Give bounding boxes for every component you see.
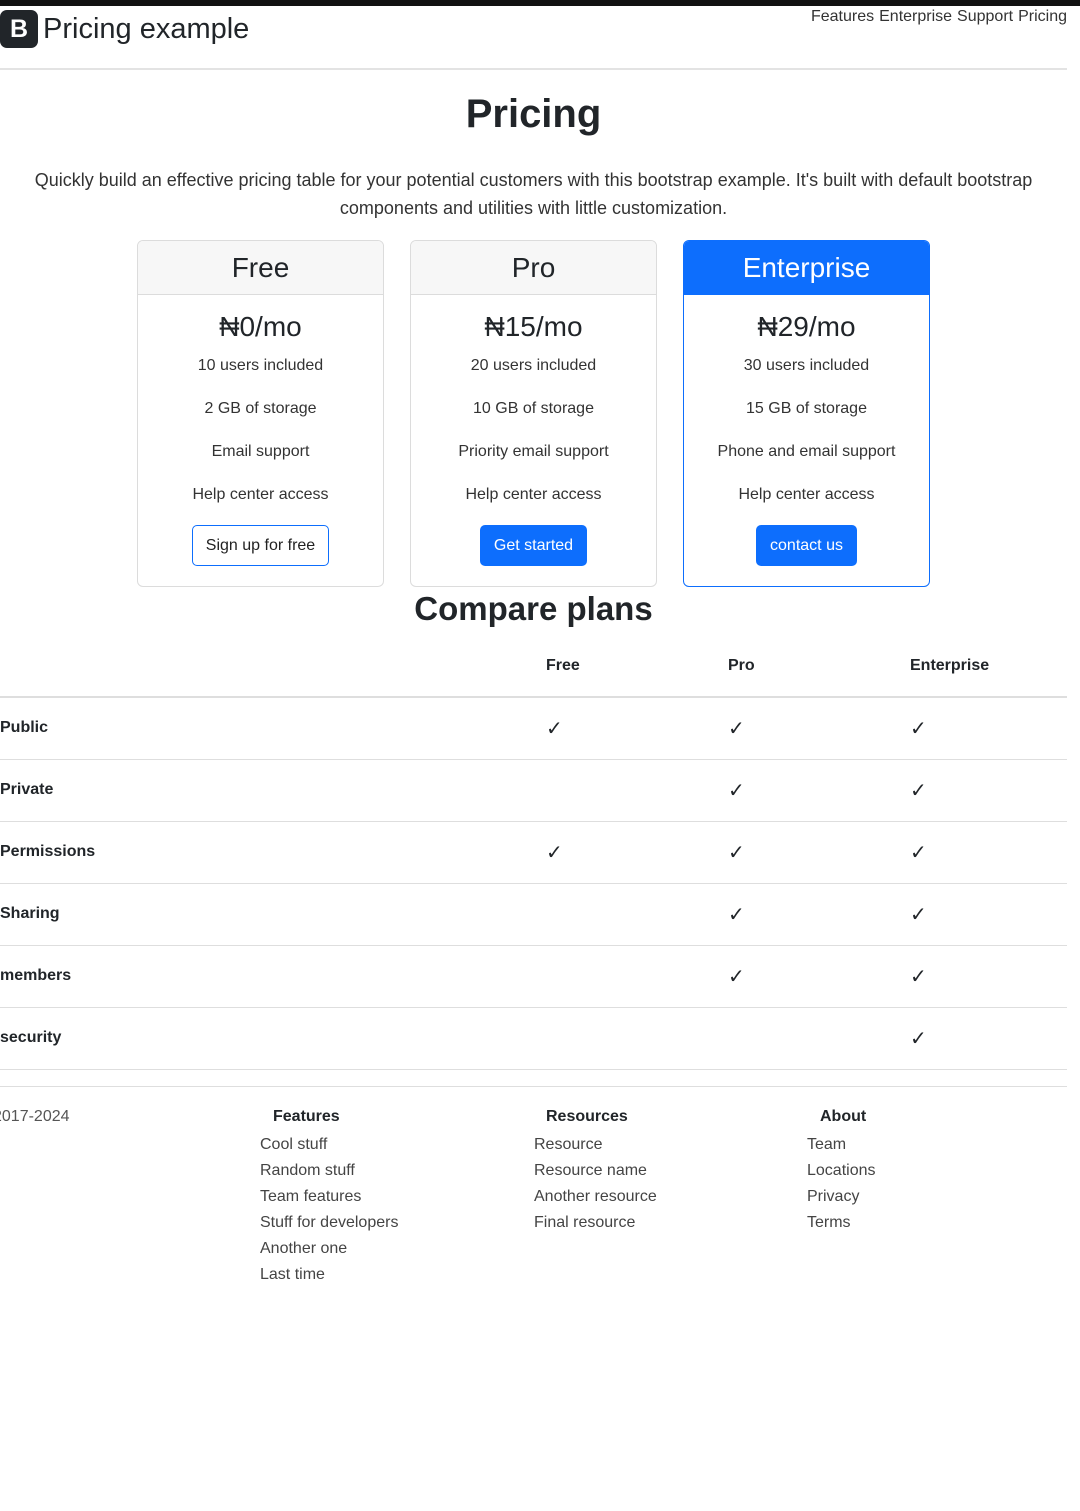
feature-item: 2 GB of storage	[204, 400, 317, 417]
feature-item: 10 GB of storage	[473, 400, 594, 417]
footer-link[interactable]: Final resource	[534, 1210, 657, 1236]
site-footer: 2017-2024 Features Cool stuff Random stu…	[0, 1086, 1067, 1326]
empty-cell	[546, 883, 728, 946]
footer-heading: Resources	[546, 1108, 628, 1125]
feature-label: Permissions	[0, 821, 546, 884]
site-header: B Pricing example Features Enterprise Su…	[0, 6, 1067, 70]
bootstrap-logo-icon: B	[0, 10, 38, 48]
card-title: Enterprise	[684, 241, 929, 295]
feature-item: 15 GB of storage	[746, 400, 867, 417]
footer-link[interactable]: Resource	[534, 1132, 657, 1158]
footer-heading: About	[820, 1108, 867, 1125]
feature-list: 10 users included 2 GB of storage Email …	[138, 355, 383, 506]
footer-link[interactable]: Team	[807, 1132, 876, 1158]
card-price: ₦15/mo	[484, 311, 583, 342]
table-row: members ✓ ✓	[0, 945, 1067, 1008]
footer-link[interactable]: Resource name	[534, 1158, 657, 1184]
feature-label: Public	[0, 697, 546, 760]
top-nav: Features Enterprise Support Pricing	[811, 8, 1067, 26]
empty-cell	[546, 945, 728, 1008]
check-icon: ✓	[910, 759, 1067, 822]
contact-us-button[interactable]: contact us	[756, 525, 857, 566]
compare-title: Compare plans	[414, 590, 653, 627]
check-icon: ✓	[910, 883, 1067, 946]
table-row: Permissions ✓ ✓ ✓	[0, 821, 1067, 884]
footer-link[interactable]: Random stuff	[260, 1158, 398, 1184]
footer-link[interactable]: Last time	[260, 1262, 398, 1288]
feature-item: Help center access	[738, 486, 875, 503]
feature-label: Private	[0, 759, 546, 822]
pricing-card-free: Free ₦0/mo 10 users included 2 GB of sto…	[137, 240, 384, 587]
compare-table-body: Public ✓ ✓ ✓ Private ✓ ✓ Permissions ✓ ✓ ✓ Sharing ✓…	[0, 697, 1067, 1070]
feature-column-header	[0, 635, 546, 698]
get-started-button[interactable]: Get started	[479, 525, 588, 566]
page-lead: Quickly build an effective pricing table…	[34, 170, 1033, 218]
table-row: Sharing ✓ ✓	[0, 883, 1067, 946]
page-title: Pricing	[465, 92, 602, 136]
empty-cell	[728, 1007, 910, 1070]
feature-list: 20 users included 10 GB of storage Prior…	[411, 355, 656, 506]
check-icon: ✓	[728, 821, 910, 884]
footer-link[interactable]: Privacy	[807, 1184, 876, 1210]
feature-list: 30 users included 15 GB of storage Phone…	[684, 355, 929, 506]
card-title: Free	[138, 241, 383, 295]
footer-link[interactable]: Stuff for developers	[260, 1210, 398, 1236]
check-icon: ✓	[728, 883, 910, 946]
feature-label: members	[0, 945, 546, 1008]
check-icon: ✓	[728, 759, 910, 822]
footer-column-features: Features Cool stuff Random stuff Team fe…	[260, 1108, 398, 1288]
brand-name: Pricing example	[43, 12, 250, 45]
feature-item: 20 users included	[470, 357, 597, 374]
card-price: ₦29/mo	[757, 311, 856, 342]
feature-item: Help center access	[465, 486, 602, 503]
card-price: ₦0/mo	[219, 311, 302, 342]
empty-cell	[546, 759, 728, 822]
column-header-pro: Pro	[728, 635, 910, 698]
compare-table: Free Pro Enterprise Public ✓ ✓ ✓ Private ✓ ✓ Pe…	[0, 635, 1067, 1070]
nav-enterprise-link[interactable]: Enterprise	[879, 8, 952, 26]
check-icon: ✓	[910, 821, 1067, 884]
column-header-free: Free	[546, 635, 728, 698]
copyright-text: 2017-2024	[0, 1108, 70, 1125]
check-icon: ✓	[546, 821, 728, 884]
feature-item: 30 users included	[743, 357, 870, 374]
pricing-card-enterprise: Enterprise ₦29/mo 30 users included 15 G…	[683, 240, 930, 587]
nav-features-link[interactable]: Features	[811, 8, 874, 26]
column-header-enterprise: Enterprise	[910, 635, 1067, 698]
table-row: security ✓	[0, 1007, 1067, 1070]
feature-item: 10 users included	[197, 357, 324, 374]
footer-link[interactable]: Locations	[807, 1158, 876, 1184]
footer-column-resources: Resources Resource Resource name Another…	[534, 1108, 657, 1236]
footer-link[interactable]: Another one	[260, 1236, 398, 1262]
feature-label: Sharing	[0, 883, 546, 946]
footer-link[interactable]: Team features	[260, 1184, 398, 1210]
sign-up-free-button[interactable]: Sign up for free	[191, 525, 330, 566]
feature-item: Email support	[211, 443, 310, 460]
check-icon: ✓	[728, 697, 910, 760]
card-title: Pro	[411, 241, 656, 295]
check-icon: ✓	[910, 697, 1067, 760]
check-icon: ✓	[546, 697, 728, 760]
footer-heading: Features	[273, 1108, 340, 1125]
check-icon: ✓	[910, 945, 1067, 1008]
check-icon: ✓	[910, 1007, 1067, 1070]
check-icon: ✓	[728, 945, 910, 1008]
nav-support-link[interactable]: Support	[957, 8, 1013, 26]
feature-item: Phone and email support	[717, 443, 896, 460]
pricing-card-pro: Pro ₦15/mo 20 users included 10 GB of st…	[410, 240, 657, 587]
feature-label: security	[0, 1007, 546, 1070]
table-row: Public ✓ ✓ ✓	[0, 697, 1067, 760]
feature-item: Help center access	[192, 486, 329, 503]
footer-column-about: About Team Locations Privacy Terms	[807, 1108, 876, 1236]
nav-pricing-link[interactable]: Pricing	[1018, 8, 1067, 26]
empty-cell	[546, 1007, 728, 1070]
table-header-row: Free Pro Enterprise	[0, 635, 1067, 698]
footer-link[interactable]: Another resource	[534, 1184, 657, 1210]
brand-link[interactable]: B Pricing example	[0, 10, 249, 48]
footer-link[interactable]: Terms	[807, 1210, 876, 1236]
feature-item: Priority email support	[458, 443, 609, 460]
footer-link[interactable]: Cool stuff	[260, 1132, 398, 1158]
table-row: Private ✓ ✓	[0, 759, 1067, 822]
